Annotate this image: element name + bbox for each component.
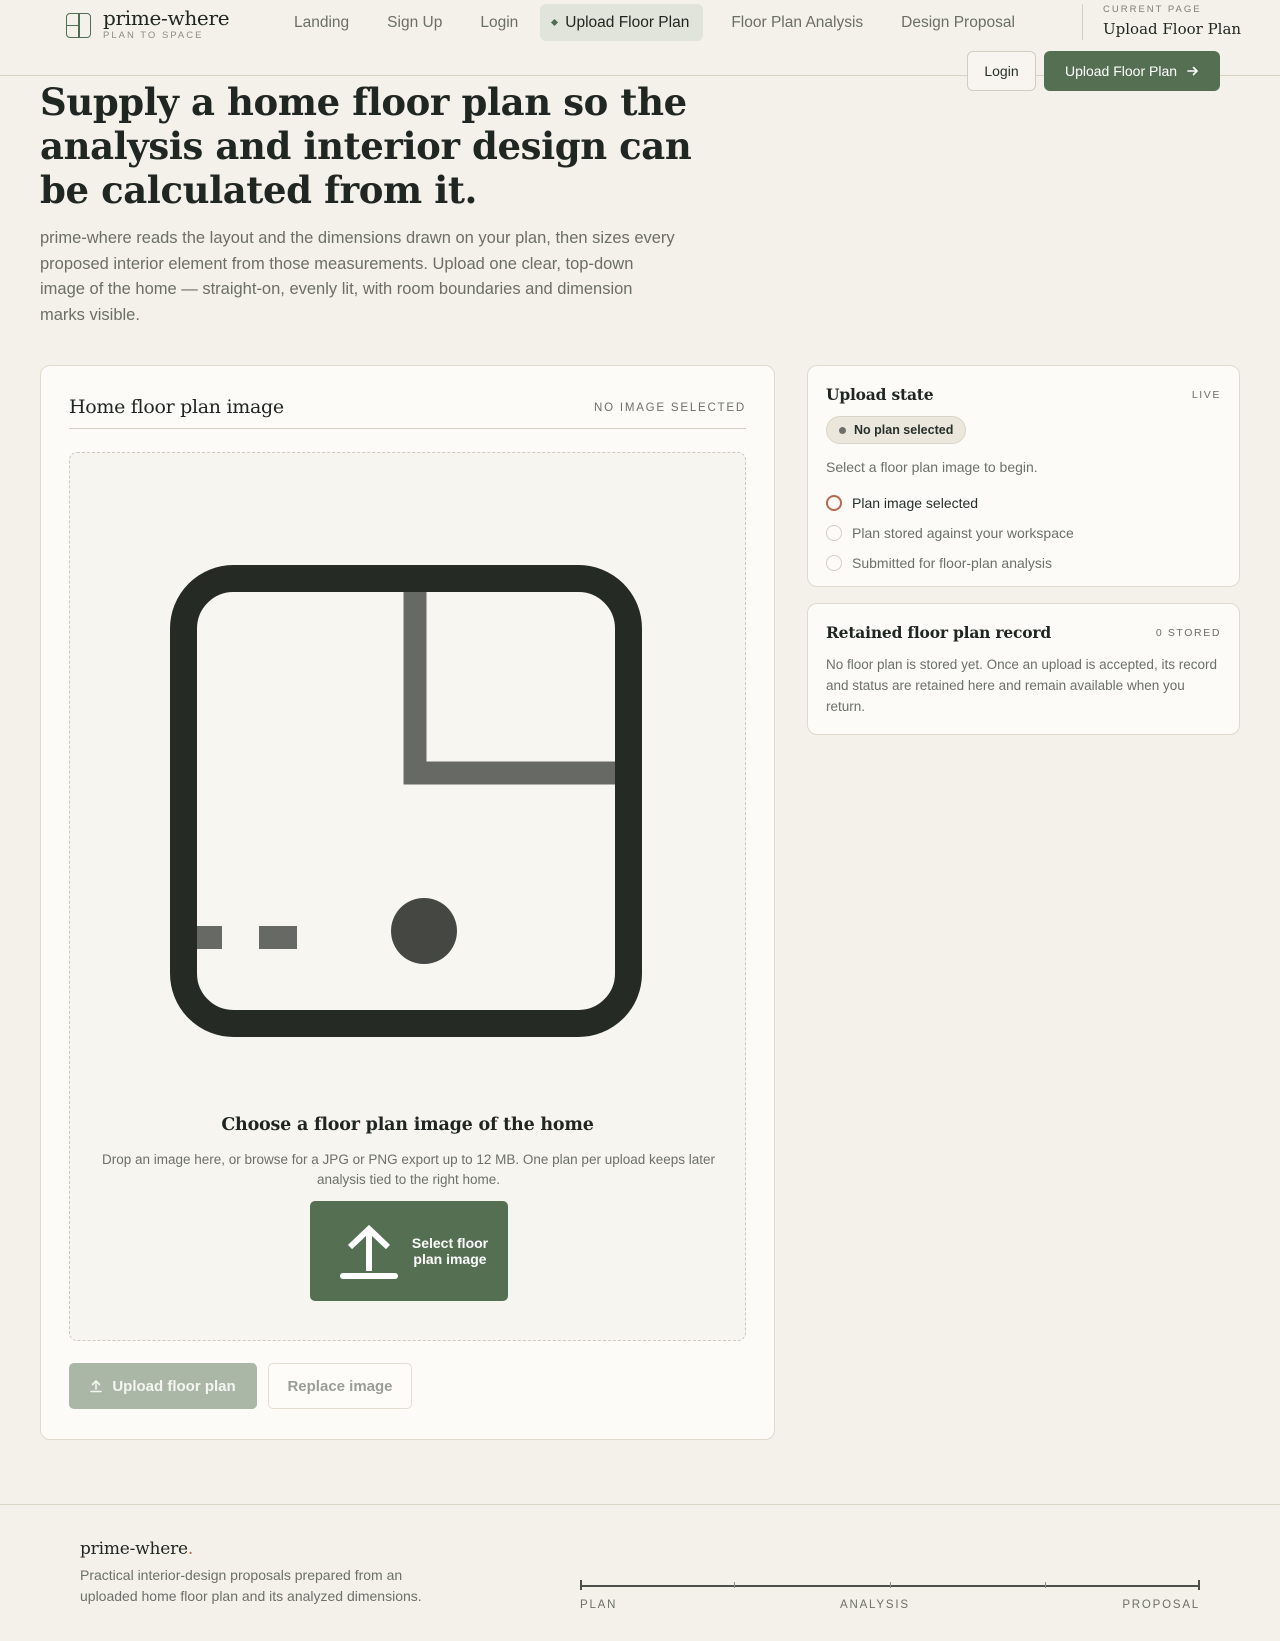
upload-steps: Plan image selected Plan stored against …: [826, 488, 1074, 578]
live-badge: LIVE: [1191, 389, 1221, 401]
timeline-tick: [580, 1580, 582, 1590]
step-submitted: Submitted for floor-plan analysis: [826, 548, 1074, 578]
dropzone[interactable]: Choose a floor plan image of the home Dr…: [69, 452, 746, 1341]
record-description: No floor plan is stored yet. Once an upl…: [826, 657, 1217, 714]
status-badge: No plan selected: [826, 416, 967, 444]
brand-tagline: PLAN TO SPACE: [103, 30, 204, 41]
upload-state-card: Upload state LIVE No plan selected Selec…: [807, 365, 1240, 587]
dropzone-help: Drop an image here, or browse for a JPG …: [101, 1152, 716, 1187]
step-label: Plan image selected: [852, 495, 979, 511]
page-lead: prime-where reads the layout and the dim…: [40, 229, 675, 324]
upload-button-label: Upload floor plan: [112, 1377, 236, 1395]
floor-plan-record-card: Retained floor plan record 0 STORED No f…: [807, 603, 1240, 735]
nav-link-login[interactable]: Login: [461, 4, 537, 41]
footer-brand[interactable]: prime-where.: [80, 1539, 193, 1559]
footer-brand-name: prime-where: [80, 1539, 188, 1559]
upload-card-header: Home floor plan image NO IMAGE SELECTED: [69, 396, 746, 429]
step-ring-icon: [826, 495, 842, 511]
nav-links: Landing Sign Up Login Upload Floor Plan …: [275, 4, 1034, 41]
footer-description: Practical interior-design proposals prep…: [80, 1567, 422, 1604]
selection-status: NO IMAGE SELECTED: [593, 402, 746, 414]
nav-link-floor-plan-analysis[interactable]: Floor Plan Analysis: [712, 4, 882, 41]
timeline-minor-tick: [1045, 1582, 1046, 1588]
replace-image-button[interactable]: Replace image: [268, 1363, 412, 1409]
stored-count-badge: 0 STORED: [1155, 627, 1221, 639]
nav-link-sign-up[interactable]: Sign Up: [368, 4, 461, 41]
select-floor-plan-button[interactable]: Select floor plan image: [310, 1201, 508, 1301]
arrow-right-icon: [1187, 66, 1198, 76]
step-ring-icon: [826, 525, 842, 541]
active-diamond-icon: [551, 18, 559, 27]
step-label: Submitted for floor-plan analysis: [852, 555, 1052, 571]
timeline-minor-tick: [890, 1582, 891, 1588]
brand[interactable]: prime-where PLAN TO SPACE: [66, 6, 230, 42]
floor-plan-icon: [66, 12, 91, 38]
timeline-stage-plan: PLAN: [580, 1599, 618, 1611]
upload-card-title: Home floor plan image: [69, 396, 284, 418]
footer-brand-accent: .: [187, 1539, 194, 1559]
nav-link-design-proposal[interactable]: Design Proposal: [882, 4, 1034, 41]
timeline-minor-tick: [734, 1582, 735, 1588]
timeline-stage-analysis: ANALYSIS: [840, 1599, 910, 1611]
upload-arrow-icon: [340, 1224, 398, 1279]
process-timeline: PLAN ANALYSIS PROPOSAL: [580, 1579, 1200, 1611]
current-page-value: Upload Floor Plan: [1103, 20, 1242, 38]
brand-name: prime-where: [103, 6, 230, 30]
current-page-label: CURRENT PAGE: [1103, 4, 1202, 15]
step-ring-icon: [826, 555, 842, 571]
cta-label: Upload Floor Plan: [1064, 63, 1178, 79]
upload-floor-plan-cta[interactable]: Upload Floor Plan: [1044, 51, 1220, 91]
upload-card: Home floor plan image NO IMAGE SELECTED …: [40, 365, 775, 1440]
timeline-tick: [1198, 1580, 1200, 1590]
status-badge-label: No plan selected: [854, 423, 954, 437]
upload-state-hint: Select a floor plan image to begin.: [826, 459, 1038, 475]
current-page-indicator: CURRENT PAGE Upload Floor Plan: [1082, 4, 1241, 40]
step-label: Plan stored against your workspace: [852, 525, 1074, 541]
nav-link-landing[interactable]: Landing: [275, 4, 368, 41]
select-floor-plan-label: Select floor plan image: [411, 1235, 489, 1267]
nav-link-label: Upload Floor Plan: [565, 14, 690, 31]
step-plan-selected: Plan image selected: [826, 488, 1074, 518]
footer: prime-where. Practical interior-design p…: [0, 1504, 1280, 1641]
upload-small-icon: [90, 1380, 103, 1393]
status-dot-icon: [839, 426, 846, 434]
upload-state-title: Upload state: [826, 385, 934, 404]
login-button[interactable]: Login: [967, 51, 1036, 91]
dropzone-title: Choose a floor plan image of the home: [221, 1115, 594, 1135]
floor-plan-illustration: [170, 565, 642, 1037]
upload-floor-plan-button[interactable]: Upload floor plan: [69, 1363, 257, 1409]
record-title: Retained floor plan record: [826, 623, 1052, 642]
timeline-stage-proposal: PROPOSAL: [1122, 1599, 1200, 1611]
page-title: Supply a home floor plan so the analysis…: [40, 80, 692, 212]
step-plan-stored: Plan stored against your workspace: [826, 518, 1074, 548]
nav-link-upload-floor-plan[interactable]: Upload Floor Plan: [540, 4, 704, 41]
